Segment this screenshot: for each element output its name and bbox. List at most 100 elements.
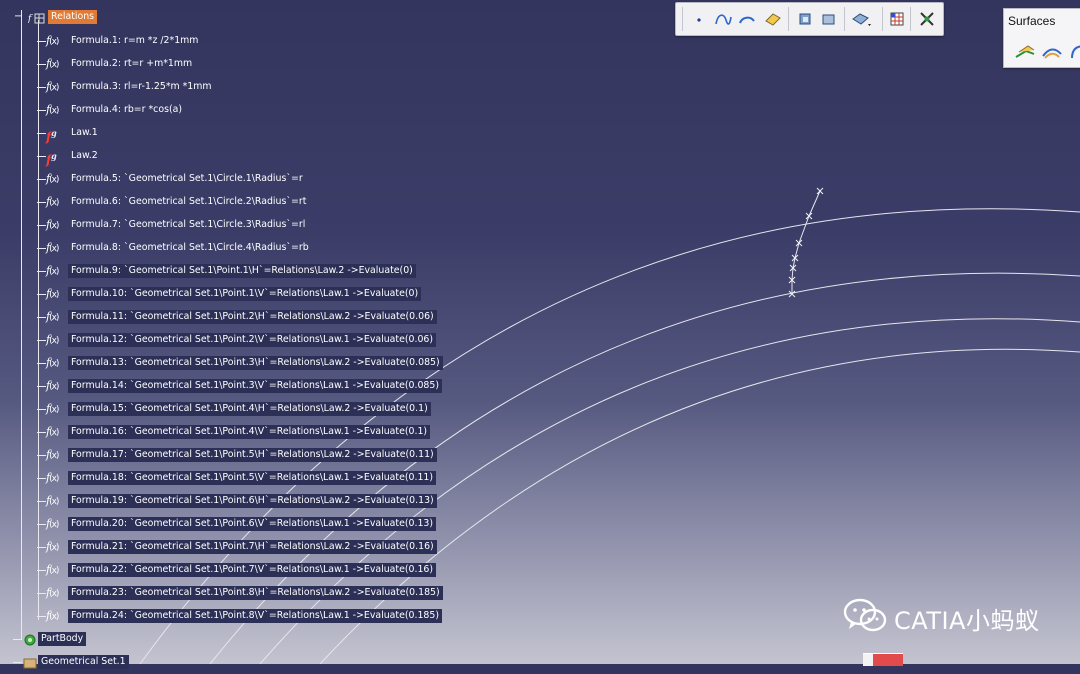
formula-label[interactable]: Formula.21: `Geometrical Set.1\Point.7\H… xyxy=(68,540,437,554)
surfaces-toolbar: Surfaces xyxy=(1003,8,1080,68)
sketch-tools-toolbar xyxy=(675,2,944,36)
formula-label[interactable]: Formula.6: `Geometrical Set.1\Circle.2\R… xyxy=(68,195,309,209)
tree-connector xyxy=(37,133,46,134)
formula-label[interactable]: Formula.9: `Geometrical Set.1\Point.1\H`… xyxy=(68,264,416,278)
tree-connector xyxy=(37,41,46,42)
geometrical-set-node[interactable]: Geometrical Set.1 xyxy=(13,655,129,669)
toolbar-separator xyxy=(910,7,911,31)
formula-node[interactable]: f(x) Formula.23: `Geometrical Set.1\Point… xyxy=(37,586,443,600)
formula-icon: f(x) xyxy=(46,356,59,369)
toolbar-separator xyxy=(788,7,789,31)
formula-node[interactable]: f(x) Formula.20: `Geometrical Set.1\Point… xyxy=(37,517,437,531)
law-node[interactable]: fg Law.1 xyxy=(37,126,101,144)
tools-icon[interactable] xyxy=(916,9,938,29)
fill-surface-icon[interactable] xyxy=(762,9,784,29)
formula-node[interactable]: f(x) Formula.7: `Geometrical Set.1\Circle… xyxy=(37,218,308,232)
formula-label[interactable]: Formula.20: `Geometrical Set.1\Point.6\V… xyxy=(68,517,437,531)
point-marker[interactable] xyxy=(816,187,824,195)
formula-icon: f(x) xyxy=(46,103,59,116)
formula-node[interactable]: f(x) Formula.4: rb=r *cos(a) xyxy=(37,103,185,117)
compass-icon[interactable] xyxy=(863,653,903,666)
offset-icon[interactable] xyxy=(818,9,840,29)
formula-label[interactable]: Formula.24: `Geometrical Set.1\Point.8\V… xyxy=(68,609,443,623)
formula-icon: f(x) xyxy=(46,310,59,323)
formula-node[interactable]: f(x) Formula.1: r=m *z /2*1mm xyxy=(37,34,201,48)
svg-text:f: f xyxy=(28,14,33,24)
formula-label[interactable]: Formula.16: `Geometrical Set.1\Point.4\V… xyxy=(68,425,431,439)
formula-label[interactable]: Formula.8: `Geometrical Set.1\Circle.4\R… xyxy=(68,241,312,255)
formula-node[interactable]: f(x) Formula.16: `Geometrical Set.1\Point… xyxy=(37,425,431,439)
tree-connector xyxy=(37,570,46,571)
formula-icon: f(x) xyxy=(46,34,59,47)
relations-label[interactable]: Relations xyxy=(48,10,98,24)
formula-node[interactable]: f(x) Formula.22: `Geometrical Set.1\Point… xyxy=(37,563,437,577)
geometrical-set-label[interactable]: Geometrical Set.1 xyxy=(38,655,129,669)
formula-label[interactable]: Formula.12: `Geometrical Set.1\Point.2\V… xyxy=(68,333,437,347)
tree-connector xyxy=(37,317,46,318)
law-node[interactable]: fg Law.2 xyxy=(37,149,101,167)
spline-icon[interactable] xyxy=(712,9,734,29)
tree-connector xyxy=(37,593,46,594)
formula-icon: f(x) xyxy=(46,517,59,530)
law-label[interactable]: Law.1 xyxy=(68,126,101,140)
partbody-label[interactable]: PartBody xyxy=(38,632,87,646)
formula-node[interactable]: f(x) Formula.3: rl=r-1.25*m *1mm xyxy=(37,80,215,94)
extrude-surface-icon[interactable] xyxy=(1014,41,1038,63)
formula-label[interactable]: Formula.10: `Geometrical Set.1\Point.1\V… xyxy=(68,287,422,301)
formula-node[interactable]: f(x) Formula.14: `Geometrical Set.1\Point… xyxy=(37,379,443,393)
formula-label[interactable]: Formula.3: rl=r-1.25*m *1mm xyxy=(68,80,215,94)
point-marker[interactable] xyxy=(795,239,803,247)
formula-node[interactable]: f(x) Formula.21: `Geometrical Set.1\Point… xyxy=(37,540,437,554)
sweep-surface-icon[interactable] xyxy=(1040,41,1064,63)
point-icon[interactable] xyxy=(688,9,710,29)
tree-connector xyxy=(37,294,46,295)
toolbar-separator xyxy=(882,7,883,31)
formula-node[interactable]: f(x) Formula.24: `Geometrical Set.1\Point… xyxy=(37,609,443,623)
formula-node[interactable]: f(x) Formula.11: `Geometrical Set.1\Point… xyxy=(37,310,437,324)
formula-node[interactable]: f(x) Formula.8: `Geometrical Set.1\Circle… xyxy=(37,241,312,255)
tree-connector xyxy=(37,110,46,111)
formula-icon: f(x) xyxy=(46,218,59,231)
law-label[interactable]: Law.2 xyxy=(68,149,101,163)
collapse-toggle-icon[interactable]: − xyxy=(14,10,28,24)
law-icon: fg xyxy=(46,151,57,167)
formula-node[interactable]: f(x) Formula.9: `Geometrical Set.1\Point.… xyxy=(37,264,416,278)
grid-icon[interactable] xyxy=(886,9,908,29)
formula-label[interactable]: Formula.19: `Geometrical Set.1\Point.6\H… xyxy=(68,494,437,508)
formula-node[interactable]: f(x) Formula.19: `Geometrical Set.1\Point… xyxy=(37,494,437,508)
toolbar-grip[interactable] xyxy=(682,7,683,31)
point-marker[interactable] xyxy=(805,212,813,220)
formula-node[interactable]: f(x) Formula.2: rt=r +m*1mm xyxy=(37,57,195,71)
formula-label[interactable]: Formula.18: `Geometrical Set.1\Point.5\V… xyxy=(68,471,437,485)
tree-connector xyxy=(37,547,46,548)
formula-label[interactable]: Formula.22: `Geometrical Set.1\Point.7\V… xyxy=(68,563,437,577)
formula-label[interactable]: Formula.23: `Geometrical Set.1\Point.8\H… xyxy=(68,586,443,600)
revolve-surface-icon[interactable] xyxy=(1066,41,1080,63)
formula-label[interactable]: Formula.14: `Geometrical Set.1\Point.3\V… xyxy=(68,379,443,393)
formula-node[interactable]: f(x) Formula.5: `Geometrical Set.1\Circle… xyxy=(37,172,306,186)
formula-label[interactable]: Formula.15: `Geometrical Set.1\Point.4\H… xyxy=(68,402,431,416)
circle-arc-icon[interactable] xyxy=(736,9,758,29)
formula-label[interactable]: Formula.17: `Geometrical Set.1\Point.5\H… xyxy=(68,448,437,462)
formula-node[interactable]: f(x) Formula.15: `Geometrical Set.1\Point… xyxy=(37,402,431,416)
formula-label[interactable]: Formula.5: `Geometrical Set.1\Circle.1\R… xyxy=(68,172,306,186)
formula-label[interactable]: Formula.2: rt=r +m*1mm xyxy=(68,57,195,71)
relations-node[interactable]: − f Relations xyxy=(14,10,98,24)
formula-node[interactable]: f(x) Formula.12: `Geometrical Set.1\Point… xyxy=(37,333,437,347)
formula-node[interactable]: f(x) Formula.17: `Geometrical Set.1\Point… xyxy=(37,448,437,462)
formula-node[interactable]: f(x) Formula.10: `Geometrical Set.1\Point… xyxy=(37,287,422,301)
tree-connector xyxy=(13,662,22,663)
extrude-icon[interactable] xyxy=(794,9,816,29)
formula-node[interactable]: f(x) Formula.13: `Geometrical Set.1\Point… xyxy=(37,356,443,370)
formula-node[interactable]: f(x) Formula.6: `Geometrical Set.1\Circle… xyxy=(37,195,309,209)
partbody-node[interactable]: PartBody xyxy=(13,632,87,646)
join-icon[interactable] xyxy=(850,9,872,29)
formula-label[interactable]: Formula.7: `Geometrical Set.1\Circle.3\R… xyxy=(68,218,308,232)
tree-connector xyxy=(37,248,46,249)
formula-label[interactable]: Formula.4: rb=r *cos(a) xyxy=(68,103,185,117)
formula-label[interactable]: Formula.13: `Geometrical Set.1\Point.3\H… xyxy=(68,356,443,370)
formula-node[interactable]: f(x) Formula.18: `Geometrical Set.1\Point… xyxy=(37,471,437,485)
formula-label[interactable]: Formula.11: `Geometrical Set.1\Point.2\H… xyxy=(68,310,437,324)
formula-icon: f(x) xyxy=(46,195,59,208)
formula-label[interactable]: Formula.1: r=m *z /2*1mm xyxy=(68,34,201,48)
